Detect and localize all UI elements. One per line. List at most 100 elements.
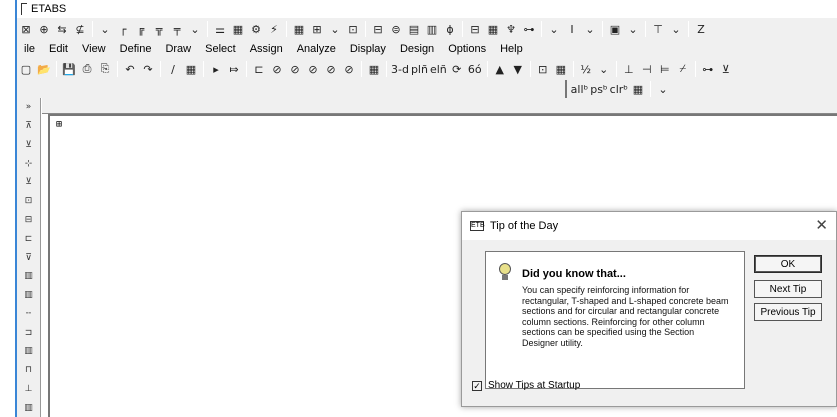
- toolbar-top-button-19[interactable]: ⊜: [388, 20, 404, 38]
- toolbar-main-button-13[interactable]: ⊘: [287, 60, 303, 78]
- toolbar-main-button-5[interactable]: ↶: [122, 60, 138, 78]
- toolbar-main-button-6[interactable]: ↷: [140, 60, 156, 78]
- left-toolbar-button-16[interactable]: ▥: [20, 399, 38, 416]
- toolbar-main-button-1[interactable]: 📂: [36, 60, 52, 78]
- toolbar-main-button-29[interactable]: ⊥: [621, 60, 637, 78]
- toolbar-top-button-4[interactable]: ⌄: [97, 20, 113, 38]
- previous-tip-button[interactable]: Previous Tip: [754, 303, 822, 321]
- close-icon[interactable]: ✕: [815, 216, 828, 234]
- toolbar-top-button-30[interactable]: ▣: [607, 20, 623, 38]
- left-toolbar-button-4[interactable]: ⊻: [20, 174, 38, 191]
- toolbar-top-button-10[interactable]: ⚌: [212, 20, 228, 38]
- toolbar-main-button-0[interactable]: ▢: [18, 60, 34, 78]
- toolbar-main-button-4[interactable]: ⎘: [97, 60, 113, 78]
- toolbar-top-button-16[interactable]: ⌄: [327, 20, 343, 38]
- left-toolbar-button-13[interactable]: ▥: [20, 343, 38, 360]
- toolbar-top-button-33[interactable]: ⌄: [668, 20, 684, 38]
- toolbar-main-button-11[interactable]: ⊏: [251, 60, 267, 78]
- left-toolbar-button-7[interactable]: ⊏: [20, 230, 38, 247]
- toolbar-secondary-button-1[interactable]: psᵇ: [590, 80, 607, 98]
- menu-analyze[interactable]: Analyze: [290, 43, 343, 55]
- left-toolbar-button-12[interactable]: ⊐: [20, 324, 38, 341]
- toolbar-top-button-32[interactable]: ⊤: [650, 20, 666, 38]
- menu-design[interactable]: Design: [393, 43, 441, 55]
- toolbar-main-button-18[interactable]: 3-d: [391, 60, 409, 78]
- toolbar-main-button-32[interactable]: ⌿: [675, 60, 691, 78]
- menu-draw[interactable]: Draw: [158, 43, 198, 55]
- left-toolbar-button-5[interactable]: ⊡: [20, 193, 38, 210]
- menu-select[interactable]: Select: [198, 43, 243, 55]
- toolbar-main-button-24[interactable]: ▼: [510, 60, 526, 78]
- toolbar-secondary-button-0[interactable]: allᵇ: [571, 80, 589, 98]
- toolbar-main-button-15[interactable]: ⊘: [323, 60, 339, 78]
- toolbar-main-button-27[interactable]: ½: [578, 60, 594, 78]
- toolbar-top-button-24[interactable]: ▦: [485, 20, 501, 38]
- toolbar-main-button-7[interactable]: ∕: [165, 60, 181, 78]
- toolbar-main-button-2[interactable]: 💾: [61, 60, 77, 78]
- toolbar-top-button-12[interactable]: ⚙: [248, 20, 264, 38]
- toolbar-main-button-30[interactable]: ⊣: [639, 60, 655, 78]
- toolbar-top-button-13[interactable]: ⚡: [266, 20, 282, 38]
- toolbar-top-button-22[interactable]: ɸ: [442, 20, 458, 38]
- toolbar-top-button-27[interactable]: ⌄: [546, 20, 562, 38]
- toolbar-top-button-25[interactable]: ♆: [503, 20, 519, 38]
- left-toolbar-button-14[interactable]: ⊓: [20, 362, 38, 379]
- next-tip-button[interactable]: Next Tip: [754, 280, 822, 298]
- toolbar-top-button-2[interactable]: ⇆: [54, 20, 70, 38]
- toolbar-main-button-12[interactable]: ⊘: [269, 60, 285, 78]
- left-toolbar-button-8[interactable]: ⊽: [20, 249, 38, 266]
- toolbar-top-button-0[interactable]: ⊠: [18, 20, 34, 38]
- toolbar-secondary-button-2[interactable]: clrᵇ: [610, 80, 628, 98]
- toolbar-top-button-17[interactable]: ⊡: [345, 20, 361, 38]
- left-toolbar-button-6[interactable]: ⊟: [20, 212, 38, 229]
- toolbar-secondary-button-4[interactable]: ⌄: [655, 80, 671, 98]
- toolbar-top-button-3[interactable]: ⊈: [72, 20, 88, 38]
- left-toolbar-button-10[interactable]: ▥: [20, 287, 38, 304]
- toolbar-top-button-23[interactable]: ⊟: [467, 20, 483, 38]
- menu-edit[interactable]: Edit: [42, 43, 75, 55]
- toolbar-main-button-21[interactable]: ⟳: [449, 60, 465, 78]
- toolbar-top-button-18[interactable]: ⊟: [370, 20, 386, 38]
- toolbar-top-button-21[interactable]: ▥: [424, 20, 440, 38]
- toolbar-main-button-34[interactable]: ⊻: [718, 60, 734, 78]
- left-toolbar-button-11[interactable]: ╌: [20, 305, 38, 322]
- toolbar-top-button-28[interactable]: I: [564, 20, 580, 38]
- toolbar-main-button-9[interactable]: ▸: [208, 60, 224, 78]
- toolbar-top-button-6[interactable]: ╔: [133, 20, 149, 38]
- left-toolbar-button-2[interactable]: ⊻: [20, 137, 38, 154]
- toolbar-top-button-5[interactable]: ┌: [115, 20, 131, 38]
- toolbar-main-button-8[interactable]: ▦: [183, 60, 199, 78]
- toolbar-main-button-14[interactable]: ⊘: [305, 60, 321, 78]
- toolbar-main-button-28[interactable]: ⌄: [596, 60, 612, 78]
- left-toolbar-button-3[interactable]: ⊹: [20, 155, 38, 172]
- toolbar-main-button-19[interactable]: plñ: [411, 60, 428, 78]
- toolbar-top-button-26[interactable]: ⊶: [521, 20, 537, 38]
- toolbar-main-button-16[interactable]: ⊘: [341, 60, 357, 78]
- ok-button[interactable]: OK: [754, 255, 822, 273]
- show-tips-checkbox[interactable]: ✓ Show Tips at Startup: [472, 380, 580, 391]
- toolbar-top-button-7[interactable]: ╦: [151, 20, 167, 38]
- menu-view[interactable]: View: [75, 43, 113, 55]
- toolbar-secondary-button-3[interactable]: ▦: [630, 80, 646, 98]
- menu-options[interactable]: Options: [441, 43, 493, 55]
- menu-define[interactable]: Define: [113, 43, 159, 55]
- toolbar-main-button-10[interactable]: ⤇: [226, 60, 242, 78]
- toolbar-top-button-8[interactable]: ╤: [169, 20, 185, 38]
- menu-help[interactable]: Help: [493, 43, 530, 55]
- toolbar-top-button-34[interactable]: Z: [693, 20, 709, 38]
- toolbar-main-button-25[interactable]: ⊡: [535, 60, 551, 78]
- toolbar-main-button-22[interactable]: 6ó: [467, 60, 483, 78]
- toolbar-main-button-3[interactable]: ⎙: [79, 60, 95, 78]
- toolbar-top-button-29[interactable]: ⌄: [582, 20, 598, 38]
- toolbar-top-button-9[interactable]: ⌄: [187, 20, 203, 38]
- toolbar-top-button-11[interactable]: ▦: [230, 20, 246, 38]
- menu-ile[interactable]: ile: [17, 43, 42, 55]
- left-toolbar-button-9[interactable]: ▥: [20, 268, 38, 285]
- left-toolbar-button-0[interactable]: »: [20, 99, 38, 116]
- toolbar-main-button-23[interactable]: ▲: [492, 60, 508, 78]
- left-toolbar-button-1[interactable]: ⊼: [20, 118, 38, 135]
- toolbar-main-button-26[interactable]: ▦: [553, 60, 569, 78]
- left-toolbar-button-15[interactable]: ⊥: [20, 380, 38, 397]
- toolbar-main-button-31[interactable]: ⊨: [657, 60, 673, 78]
- toolbar-main-button-20[interactable]: elñ: [430, 60, 447, 78]
